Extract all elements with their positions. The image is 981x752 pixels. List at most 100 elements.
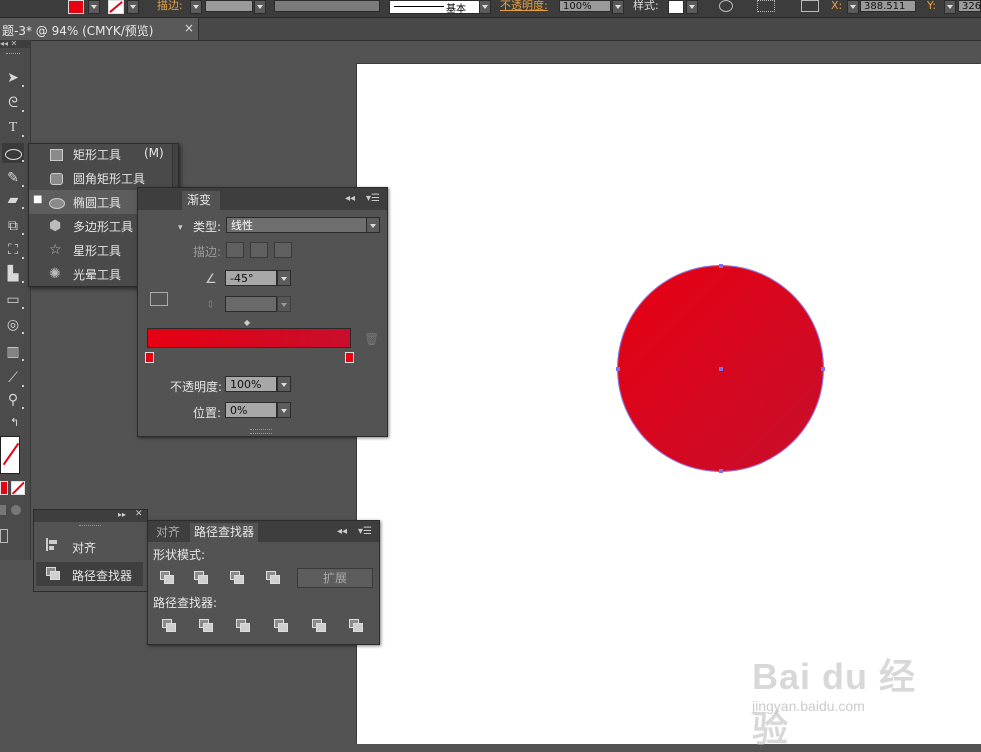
expand-button[interactable]: 扩展 [297,568,373,588]
stroke-none-swatch[interactable] [108,0,124,14]
eraser-tool-icon[interactable]: ▰ [2,190,24,210]
anchor-point-bottom[interactable] [719,469,723,473]
stop-opacity-dropdown[interactable] [277,376,291,392]
align-to-icon[interactable] [757,0,775,12]
close-icon[interactable]: ✕ [135,509,143,519]
tab-gradient[interactable]: 渐变 [182,191,220,210]
shape-builder-tool-icon[interactable]: ▙ [2,264,24,284]
anchor-point-right[interactable] [821,367,825,371]
stroke-within-button[interactable] [226,242,244,258]
gradient-stop-end[interactable] [345,352,354,363]
unite-icon[interactable] [160,571,174,584]
location-dropdown[interactable] [277,402,291,418]
anchor-point-left[interactable] [616,367,620,371]
crop-icon[interactable] [274,619,288,632]
x-label[interactable]: X: [831,0,842,12]
tab-pathfinder[interactable]: 路径查找器 [190,523,259,542]
collapse-icon[interactable]: ◂◂ [337,526,347,537]
brush-dropdown[interactable] [479,0,491,14]
panel-menu-icon[interactable]: ▾☰ [366,193,380,204]
pathfinder-panel-header[interactable]: 对齐 路径查找器 ◂◂ ▾☰ [148,521,379,542]
gradient-stop-start[interactable] [145,352,154,363]
angle-input[interactable]: -45° [225,270,277,286]
stroke-color-dropdown[interactable] [127,0,139,14]
stop-opacity-input[interactable]: 100% [225,376,277,392]
opacity-input[interactable]: 100% [559,0,611,12]
gradient-tool-icon[interactable]: ▭ [2,290,24,310]
screen-mode-button[interactable] [0,529,8,543]
swap-colors-icon[interactable]: ↰ [10,416,19,429]
reverse-gradient-icon[interactable] [150,292,168,306]
gradient-slider[interactable] [147,328,351,348]
intersect-icon[interactable] [230,571,244,584]
selection-tool-icon[interactable]: ➤ [2,68,24,88]
gradient-type-select[interactable]: 线性 [226,217,368,233]
midpoint-diamond-icon[interactable]: ◆ [244,318,250,327]
toolbox-grip[interactable] [6,53,20,56]
fill-color-swatch[interactable] [68,0,84,14]
anchor-point-top[interactable] [719,264,723,268]
expand-icon[interactable]: ▸▸ [118,510,126,519]
trim-icon[interactable] [199,619,213,632]
reference-point-icon[interactable] [801,0,819,12]
graphic-style-swatch[interactable] [668,0,684,14]
location-input[interactable]: 0% [225,402,277,418]
collapse-icon[interactable]: ◂◂ [345,193,355,204]
dock-grip[interactable] [79,525,101,528]
stroke-along-button[interactable] [250,242,268,258]
center-point[interactable] [719,367,723,371]
dock-item-align[interactable]: 对齐 [36,534,143,558]
chevron-down-icon[interactable]: ▾ [178,223,183,233]
draw-behind-button[interactable] [11,505,21,515]
fill-dropdown[interactable] [88,0,100,14]
graphic-style-dropdown[interactable] [686,0,698,14]
zoom-tool-icon[interactable]: ⚲ [2,390,24,410]
ellipse-tool-icon[interactable] [2,143,24,163]
pencil-tool-icon[interactable]: ✎ [2,168,24,188]
color-mode-button[interactable] [0,481,8,495]
y-label[interactable]: Y: [927,0,936,12]
type-tool-icon[interactable]: T [2,118,24,138]
x-stepper[interactable] [847,0,859,14]
blend-tool-icon[interactable]: ◎ [2,315,24,335]
tab-align[interactable]: 对齐 [152,523,184,542]
outline-icon[interactable] [312,619,326,632]
stroke-weight-dropdown[interactable] [254,0,266,14]
minus-front-icon[interactable] [194,571,208,584]
draw-normal-button[interactable] [0,505,6,515]
eyedropper-tool-icon[interactable]: ⟋ [2,368,24,388]
graph-tool-icon[interactable]: ▥ [2,342,24,362]
divide-icon[interactable] [162,619,176,632]
dock-header[interactable]: ▸▸ ✕ [34,509,147,522]
brush-definition[interactable]: 基本 [389,0,481,15]
none-mode-button[interactable] [11,481,25,495]
stroke-label[interactable]: 描边: [157,0,183,12]
panel-menu-icon[interactable]: ▾☰ [358,526,372,537]
toolbox-header[interactable]: ◂◂ ✕ [0,40,30,48]
close-icon[interactable]: × [184,21,194,35]
recolor-artwork-icon[interactable] [719,0,733,12]
aspect-ratio-dropdown[interactable] [277,296,291,312]
exclude-icon[interactable] [266,571,280,584]
stroke-weight-stepper[interactable] [190,0,202,14]
angle-dropdown[interactable] [277,270,291,286]
x-input[interactable]: 388.511 [860,0,916,12]
minus-back-icon[interactable] [349,619,363,632]
y-input[interactable]: 326 [958,0,981,12]
scale-tool-icon[interactable]: ⧉ [2,216,24,236]
document-tab[interactable]: 题-3* @ 94% (CMYK/预览) × [0,18,199,40]
panel-resize-grip[interactable] [250,429,272,434]
gradient-panel-header[interactable]: 渐变 ◂◂ ▾☰ [138,188,387,210]
lasso-tool-icon[interactable]: ᘓ [2,93,24,113]
flyout-item-rectangle[interactable]: 矩形工具 (M) [29,142,169,166]
gradient-type-dropdown[interactable] [366,217,380,233]
y-stepper[interactable] [944,0,956,14]
delete-stop-icon[interactable]: 🗑 [364,332,379,346]
stroke-color-box[interactable] [0,436,20,474]
stroke-across-button[interactable] [274,242,292,258]
stroke-weight-input[interactable] [205,0,253,12]
opacity-label[interactable]: 不透明度: [500,0,548,12]
aspect-ratio-input[interactable] [225,296,277,312]
dock-item-pathfinder[interactable]: 路径查找器 [36,562,143,586]
merge-icon[interactable] [236,619,250,632]
